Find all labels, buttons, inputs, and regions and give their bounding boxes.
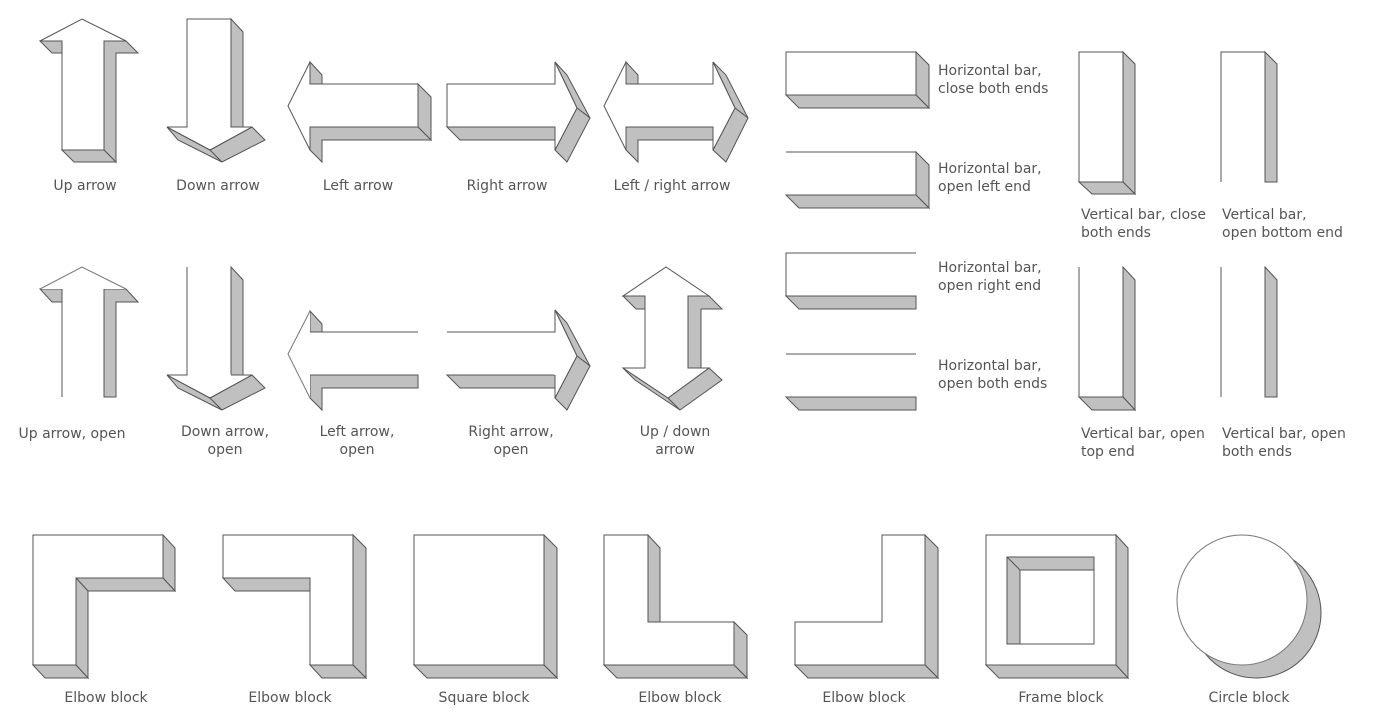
- down-arrow-open-shape[interactable]: [166, 265, 266, 411]
- vbar-close-both-shape[interactable]: [1077, 50, 1137, 196]
- label-elbow-block-2: Elbow block: [248, 690, 332, 706]
- label-hbar-open-both: Horizontal bar, open both ends: [938, 358, 1048, 392]
- left-arrow-open-shape[interactable]: [287, 309, 419, 412]
- vbar-open-top-shape[interactable]: [1077, 265, 1137, 412]
- label-frame-block: Frame block: [1018, 690, 1104, 706]
- hbar-open-right-shape[interactable]: [784, 252, 917, 310]
- right-arrow-shape[interactable]: [445, 61, 591, 163]
- label-up-down-arrow: Up / down arrow: [639, 424, 711, 458]
- label-vbar-close-both: Vertical bar, close both ends: [1081, 207, 1207, 241]
- elbow-block-3-shape[interactable]: [602, 533, 749, 680]
- label-left-arrow: Left arrow: [322, 178, 394, 194]
- label-left-arrow-open: Left arrow, open: [319, 424, 395, 458]
- square-block-shape[interactable]: [412, 533, 559, 680]
- vbar-open-bottom-shape[interactable]: [1220, 50, 1278, 183]
- label-vbar-open-top: Vertical bar, open top end: [1081, 426, 1205, 460]
- label-circle-block: Circle block: [1208, 690, 1290, 706]
- left-right-arrow-shape[interactable]: [603, 60, 749, 164]
- label-right-arrow-open: Right arrow, open: [468, 424, 554, 458]
- label-vbar-open-bottom: Vertical bar, open bottom end: [1222, 207, 1343, 241]
- elbow-block-4-shape[interactable]: [793, 533, 940, 680]
- right-arrow-open-shape[interactable]: [445, 309, 591, 411]
- down-arrow-shape[interactable]: [166, 17, 266, 163]
- label-up-arrow-open: Up arrow, open: [18, 426, 126, 442]
- label-hbar-open-right: Horizontal bar, open right end: [938, 260, 1042, 294]
- label-elbow-block-1: Elbow block: [64, 690, 148, 706]
- label-right-arrow: Right arrow: [466, 178, 548, 194]
- left-arrow-shape[interactable]: [287, 60, 433, 164]
- hbar-close-both-shape[interactable]: [784, 50, 931, 110]
- label-elbow-block-4: Elbow block: [822, 690, 906, 706]
- label-down-arrow-open: Down arrow, open: [180, 424, 270, 458]
- elbow-block-1-shape[interactable]: [31, 533, 177, 680]
- up-arrow-shape[interactable]: [38, 18, 140, 164]
- label-down-arrow: Down arrow: [176, 178, 260, 194]
- label-vbar-open-both: Vertical bar, open both ends: [1222, 426, 1346, 460]
- label-elbow-block-3: Elbow block: [638, 690, 722, 706]
- hbar-open-left-shape[interactable]: [784, 150, 931, 210]
- label-left-right-arrow: Left / right arrow: [613, 178, 731, 194]
- label-hbar-close-both: Horizontal bar, close both ends: [938, 63, 1049, 97]
- up-down-arrow-shape[interactable]: [621, 266, 724, 411]
- shapes-canvas: [31, 17, 1322, 680]
- circle-block-shape[interactable]: [1176, 534, 1322, 679]
- up-arrow-open-shape[interactable]: [38, 266, 140, 398]
- label-square-block: Square block: [438, 690, 530, 706]
- frame-block-shape[interactable]: [984, 533, 1130, 680]
- vbar-open-both-shape[interactable]: [1220, 265, 1278, 398]
- label-hbar-open-left: Horizontal bar, open left end: [938, 161, 1042, 195]
- hbar-open-both-shape[interactable]: [784, 353, 917, 411]
- elbow-block-2-shape[interactable]: [221, 533, 368, 680]
- label-up-arrow: Up arrow: [53, 178, 117, 194]
